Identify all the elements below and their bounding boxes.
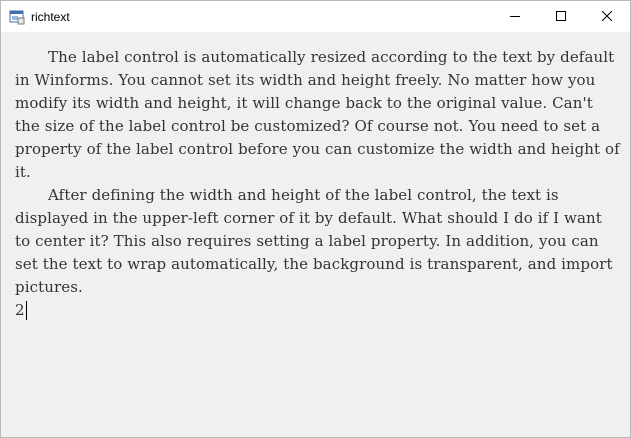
- rich-text-box[interactable]: The label control is automatically resiz…: [15, 46, 621, 322]
- current-line: 2: [15, 299, 621, 322]
- current-line-text: 2: [15, 301, 25, 319]
- client-area: The label control is automatically resiz…: [1, 32, 630, 437]
- maximize-button[interactable]: [538, 1, 584, 32]
- close-button[interactable]: [584, 1, 630, 32]
- app-icon: [9, 9, 25, 25]
- minimize-icon: [510, 8, 520, 26]
- paragraph-1: The label control is automatically resiz…: [15, 48, 620, 181]
- minimize-button[interactable]: [492, 1, 538, 32]
- title-bar[interactable]: richtext: [1, 1, 630, 32]
- close-icon: [601, 8, 613, 26]
- text-caret: [25, 301, 27, 320]
- maximize-icon: [556, 8, 566, 26]
- paragraph-2: After defining the width and height of t…: [15, 186, 613, 296]
- app-window: richtext The label control is automatica…: [0, 0, 631, 438]
- window-title: richtext: [31, 10, 70, 24]
